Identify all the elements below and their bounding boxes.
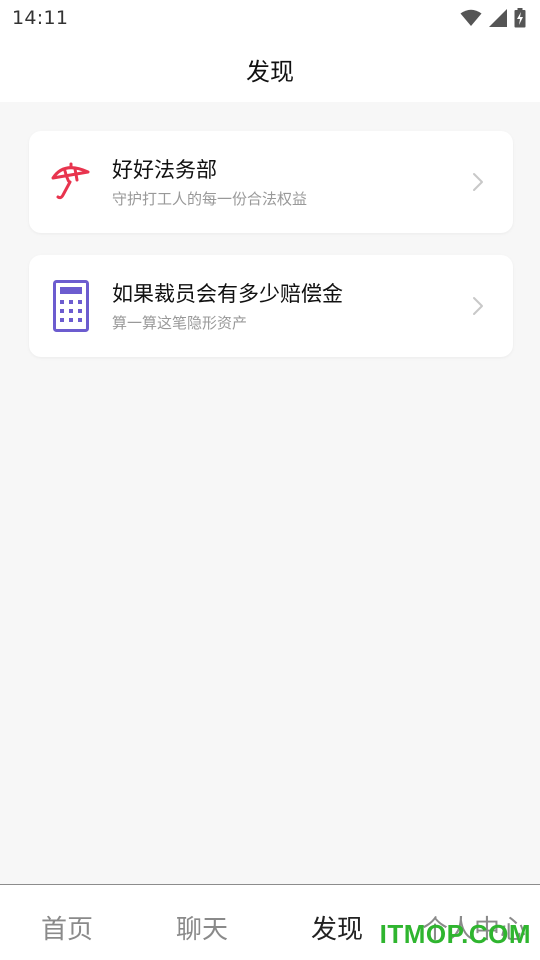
watermark: ITMOP.COM: [379, 919, 531, 949]
status-icons: [460, 8, 526, 28]
tab-discover[interactable]: 发现: [287, 909, 387, 946]
umbrella-icon: [49, 156, 93, 208]
wifi-icon: [460, 9, 482, 26]
card-subtitle: 守护打工人的每一份合法权益: [112, 190, 308, 208]
cellular-signal-icon: [489, 9, 507, 27]
card-title: 如果裁员会有多少赔偿金: [112, 282, 343, 306]
legal-department-card[interactable]: 好好法务部 守护打工人的每一份合法权益: [29, 131, 513, 233]
calculator-icon: [49, 280, 93, 332]
chevron-right-icon: [473, 173, 483, 191]
tab-home[interactable]: 首页: [17, 909, 117, 946]
battery-charging-icon: [514, 8, 526, 28]
card-title: 好好法务部: [112, 158, 217, 182]
discover-content: 好好法务部 守护打工人的每一份合法权益 如果裁员会有多少赔偿金 算一算这笔隐形资…: [0, 102, 540, 884]
card-subtitle: 算一算这笔隐形资产: [112, 314, 248, 332]
card-text: 好好法务部 守护打工人的每一份合法权益: [112, 156, 463, 209]
page-title: 发现: [246, 57, 294, 86]
severance-calculator-card[interactable]: 如果裁员会有多少赔偿金 算一算这笔隐形资产: [29, 255, 513, 357]
card-text: 如果裁员会有多少赔偿金 算一算这笔隐形资产: [112, 280, 463, 333]
chevron-right-icon: [473, 297, 483, 315]
header: 发现: [0, 36, 540, 102]
status-time: 14:11: [12, 7, 69, 29]
tab-chat[interactable]: 聊天: [152, 909, 252, 946]
status-bar: 14:11: [0, 0, 540, 36]
